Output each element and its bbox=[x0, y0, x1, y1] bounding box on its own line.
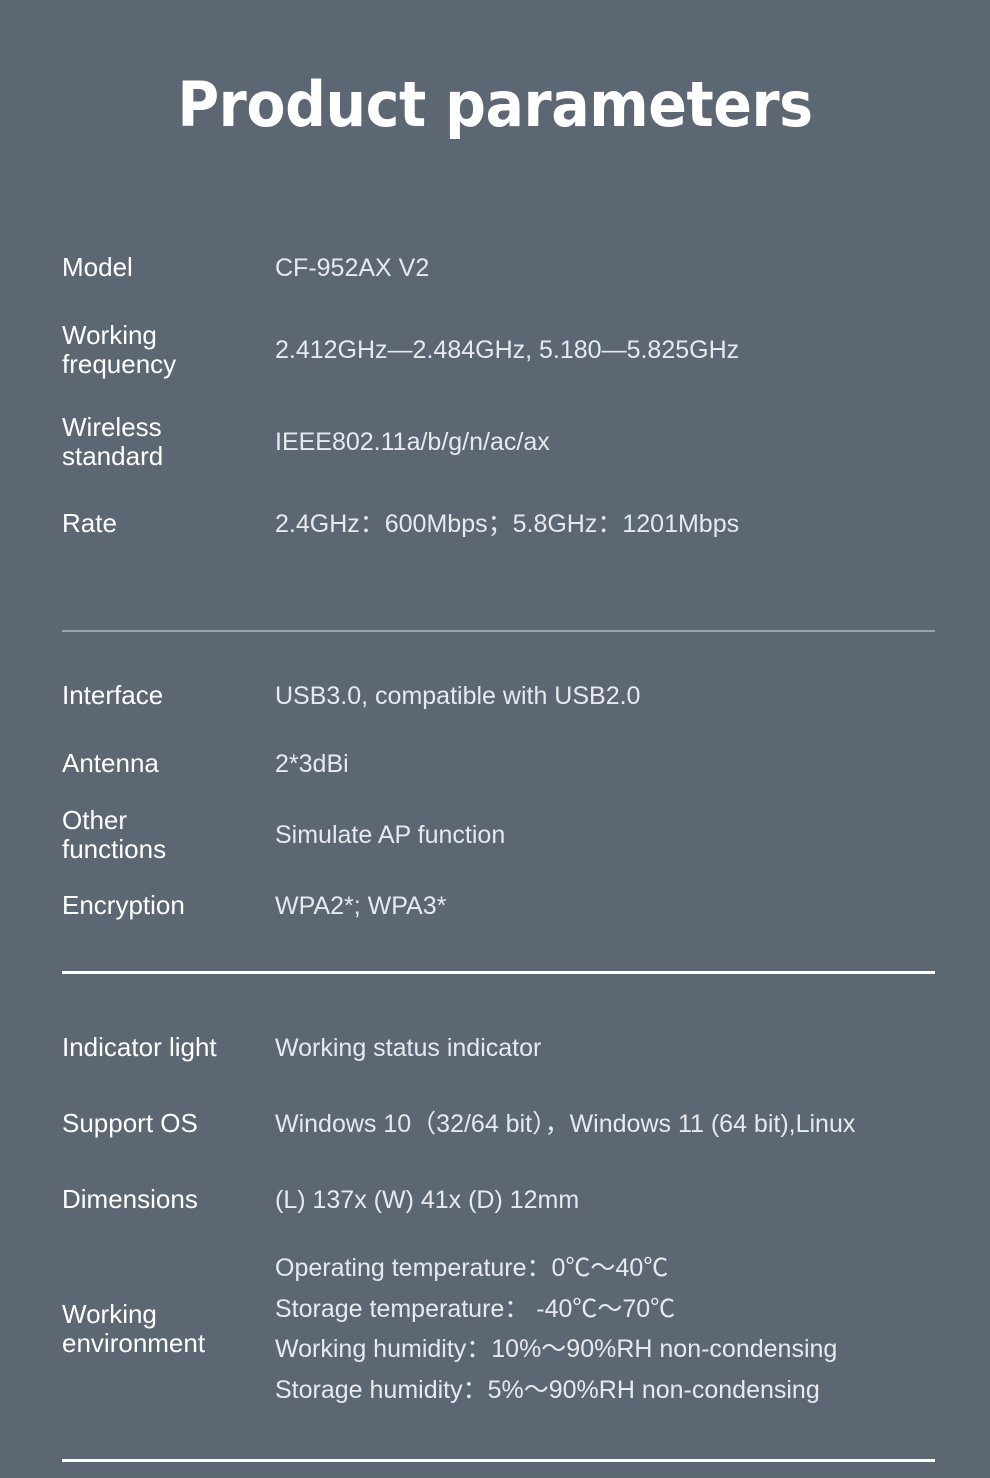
row-value: Simulate AP function bbox=[275, 820, 506, 849]
table-row: Model CF-952AX V2 bbox=[0, 232, 990, 304]
table-row: Antenna 2*3dBi bbox=[0, 730, 990, 798]
product-parameters-sheet: Product parameters Model CF-952AX V2 Wor… bbox=[0, 0, 990, 1478]
table-row: Interface USB3.0, compatible with USB2.0 bbox=[0, 662, 990, 730]
divider-after-encryption bbox=[62, 971, 935, 974]
divider-after-rate bbox=[62, 630, 935, 632]
row-value: 2*3dBi bbox=[275, 749, 349, 778]
row-label: Indicator light bbox=[62, 1032, 217, 1063]
row-label: Dimensions bbox=[62, 1184, 198, 1215]
page-title: Product parameters bbox=[177, 68, 813, 141]
table-row: Dimensions (L) 137x (W) 41x (D) 12mm bbox=[0, 1162, 990, 1238]
table-row: Wireless standard IEEE802.11a/b/g/n/ac/a… bbox=[0, 396, 990, 488]
row-value: (L) 137x (W) 41x (D) 12mm bbox=[275, 1185, 580, 1214]
section-system-specs: Indicator light Working status indicator… bbox=[0, 1010, 990, 1410]
row-value: 2.4GHz：600Mbps；5.8GHz：1201Mbps bbox=[275, 509, 740, 538]
table-row: Other functions Simulate AP function bbox=[0, 798, 990, 872]
row-label: Model bbox=[62, 252, 133, 283]
table-row: Working environment Operating temperatur… bbox=[0, 1238, 990, 1410]
row-label: Encryption bbox=[62, 890, 185, 921]
row-value: Working status indicator bbox=[275, 1033, 542, 1062]
row-value: WPA2*; WPA3* bbox=[275, 891, 447, 920]
section-basic-specs: Model CF-952AX V2 Working frequency 2.41… bbox=[0, 232, 990, 560]
row-value: Windows 10（32/64 bit），Windows 11 (64 bit… bbox=[275, 1109, 856, 1138]
row-label: Other functions bbox=[62, 804, 167, 864]
row-value: USB3.0, compatible with USB2.0 bbox=[275, 681, 641, 710]
row-label: Interface bbox=[62, 680, 164, 711]
row-value: IEEE802.11a/b/g/n/ac/ax bbox=[275, 427, 550, 456]
table-row: Indicator light Working status indicator bbox=[0, 1010, 990, 1086]
table-row: Rate 2.4GHz：600Mbps；5.8GHz：1201Mbps bbox=[0, 488, 990, 560]
row-value: Operating temperature：0℃〜40℃ Storage tem… bbox=[275, 1254, 838, 1404]
row-label: Working frequency bbox=[62, 319, 177, 379]
row-value: CF-952AX V2 bbox=[275, 253, 430, 282]
row-label: Working environment bbox=[62, 1298, 206, 1358]
divider-bottom bbox=[62, 1459, 935, 1462]
row-label: Support OS bbox=[62, 1108, 198, 1139]
table-row: Encryption WPA2*; WPA3* bbox=[0, 872, 990, 940]
row-label: Antenna bbox=[62, 748, 159, 779]
row-value: 2.412GHz—2.484GHz, 5.180—5.825GHz bbox=[275, 335, 740, 364]
table-row: Support OS Windows 10（32/64 bit），Windows… bbox=[0, 1086, 990, 1162]
row-label: Wireless standard bbox=[62, 411, 164, 471]
table-row: Working frequency 2.412GHz—2.484GHz, 5.1… bbox=[0, 304, 990, 396]
section-hardware-specs: Interface USB3.0, compatible with USB2.0… bbox=[0, 662, 990, 940]
row-label: Rate bbox=[62, 508, 117, 539]
